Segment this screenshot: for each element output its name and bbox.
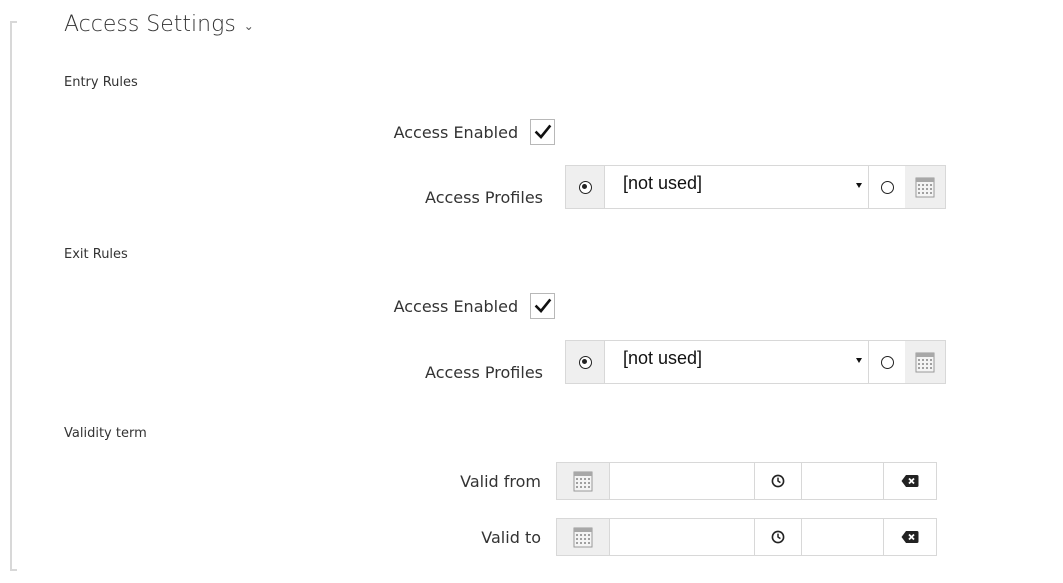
section-frame-tick-bottom — [10, 569, 17, 571]
exit-profile-select-value: [not used] — [623, 348, 703, 368]
radio-unselected-icon — [880, 180, 894, 194]
section-frame-tick-top — [10, 21, 17, 23]
valid-from-label: Valid from — [460, 471, 541, 491]
radio-unselected-icon — [880, 355, 894, 369]
radio-selected-icon — [578, 355, 592, 369]
valid-to-clear-button[interactable] — [884, 519, 936, 555]
valid-from-time-input[interactable] — [802, 463, 884, 499]
exit-rules-heading: Exit Rules — [64, 247, 128, 262]
valid-from-calendar-button[interactable] — [557, 463, 610, 499]
chevron-down-icon: ⌄ — [243, 19, 254, 33]
caret-down-icon — [856, 183, 862, 188]
entry-access-profiles-label: Access Profiles — [425, 187, 543, 207]
entry-access-profiles-row: Access Profiles [not used] — [0, 165, 946, 209]
valid-from-date-input[interactable] — [610, 463, 755, 499]
valid-to-widget — [556, 518, 937, 556]
exit-profile-select[interactable]: [not used] — [604, 341, 869, 383]
entry-access-enabled-checkbox[interactable] — [530, 119, 555, 145]
exit-profile-radio[interactable] — [566, 341, 604, 383]
radio-selected-icon — [578, 180, 592, 194]
entry-access-profiles-widget: [not used] — [565, 165, 946, 209]
valid-to-label: Valid to — [481, 527, 541, 547]
valid-from-clear-button[interactable] — [884, 463, 936, 499]
clock-icon — [771, 474, 785, 488]
entry-profile-radio[interactable] — [566, 166, 604, 208]
exit-access-enabled-label: Access Enabled — [393, 296, 519, 316]
valid-from-widget — [556, 462, 937, 500]
validity-term-heading: Validity term — [64, 426, 147, 441]
exit-access-profiles-label: Access Profiles — [425, 362, 543, 382]
entry-profile-select[interactable]: [not used] — [604, 166, 869, 208]
entry-access-enabled-label: Access Enabled — [393, 122, 519, 142]
calendar-icon — [573, 471, 593, 492]
calendar-icon — [915, 352, 935, 373]
entry-access-enabled-row: Access Enabled — [0, 119, 555, 145]
exit-schedule-radio[interactable] — [869, 341, 905, 383]
checkmark-icon — [534, 124, 551, 139]
entry-schedule-calendar[interactable] — [905, 166, 945, 208]
entry-rules-heading: Entry Rules — [64, 75, 138, 90]
calendar-icon — [573, 527, 593, 548]
exit-schedule-calendar[interactable] — [905, 341, 945, 383]
valid-to-row: Valid to — [0, 518, 937, 556]
exit-access-enabled-checkbox[interactable] — [530, 293, 555, 319]
valid-from-clock-button[interactable] — [755, 463, 802, 499]
calendar-icon — [915, 177, 935, 198]
checkmark-icon — [534, 298, 551, 313]
valid-to-clock-button[interactable] — [755, 519, 802, 555]
entry-schedule-radio[interactable] — [869, 166, 905, 208]
exit-access-enabled-row: Access Enabled — [0, 293, 555, 319]
valid-from-row: Valid from — [0, 462, 937, 500]
valid-to-date-input[interactable] — [610, 519, 755, 555]
access-settings-header[interactable]: Access Settings ⌄ — [64, 4, 254, 44]
valid-to-time-input[interactable] — [802, 519, 884, 555]
entry-profile-select-value: [not used] — [623, 173, 703, 193]
caret-down-icon — [856, 358, 862, 363]
clock-icon — [771, 530, 785, 544]
section-title: Access Settings — [64, 11, 236, 37]
valid-to-calendar-button[interactable] — [557, 519, 610, 555]
exit-access-profiles-row: Access Profiles [not used] — [0, 340, 946, 384]
clear-input-icon — [901, 531, 919, 543]
clear-input-icon — [901, 475, 919, 487]
exit-access-profiles-widget: [not used] — [565, 340, 946, 384]
